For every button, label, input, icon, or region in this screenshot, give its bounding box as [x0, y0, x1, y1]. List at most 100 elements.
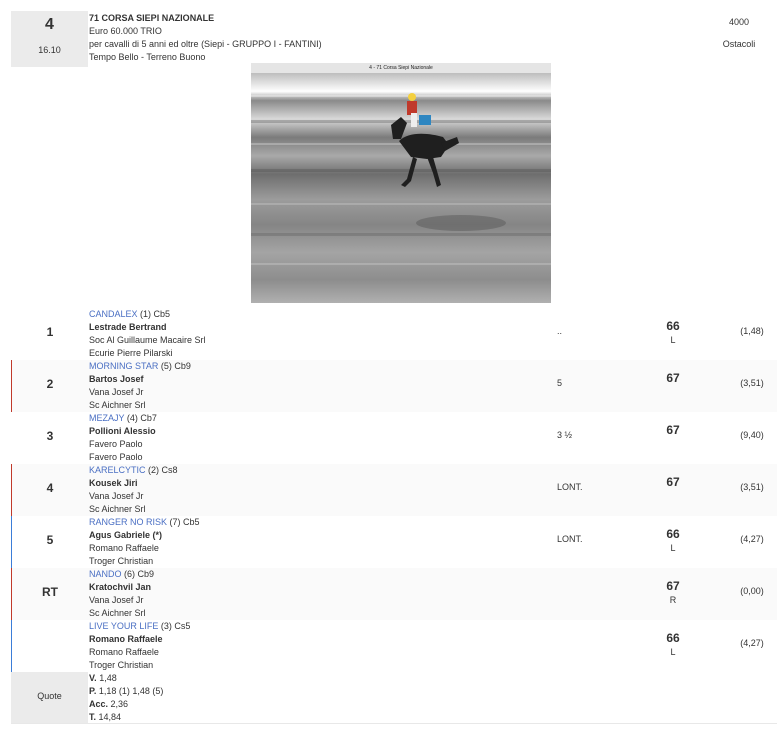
quote-value: 1,18 (1) 1,48 (5): [96, 686, 164, 696]
owner: Vana Josef Jr: [89, 387, 144, 397]
jockey: Kratochvil Jan: [89, 582, 152, 592]
weight-value: 67: [666, 423, 680, 437]
owner: Romano Raffaele: [89, 647, 159, 657]
odds: (3,51): [740, 378, 764, 388]
horse-name-link[interactable]: MORNING STAR: [89, 361, 158, 371]
horse-code: Cb9: [137, 569, 155, 579]
odds: (4,27): [740, 638, 764, 648]
horse-code: Cb5: [183, 517, 200, 527]
jockey: Agus Gabriele (*): [89, 530, 163, 540]
race-surface: Ostacoli: [722, 39, 756, 49]
horse-code: Cs5: [174, 621, 191, 631]
jockey: Pollioni Alessio: [89, 426, 156, 436]
results-table: 1 CANDALEX (1) Cb5 Lestrade Bertrand Soc…: [11, 308, 777, 724]
race-info: 71 CORSA SIEPI NAZIONALE Euro 60.000 TRI…: [89, 12, 322, 64]
table-row: 3 MEZAJY (4) Cb7 Pollioni Alessio Favero…: [11, 412, 777, 464]
weight: 67: [658, 475, 688, 489]
horse-name-link[interactable]: RANGER NO RISK: [89, 517, 167, 527]
weight: 66 L: [658, 631, 688, 659]
odds: (1,48): [740, 326, 764, 336]
bottom-divider: [11, 723, 777, 724]
table-row: LIVE YOUR LIFE (3) Cs5 Romano Raffaele R…: [11, 620, 777, 672]
finish-position: RT: [42, 585, 58, 599]
weight-value: 67: [666, 371, 680, 385]
weight-value: 66: [666, 631, 680, 645]
race-prize: Euro 60.000 TRIO: [89, 26, 162, 36]
race-number: 4: [45, 16, 54, 33]
weight: 66 L: [658, 527, 688, 555]
race-time: 16.10: [38, 45, 61, 55]
runner-details: RANGER NO RISK (7) Cb5 Agus Gabriele (*)…: [89, 516, 200, 568]
race-conditions: per cavalli di 5 anni ed oltre (Siepi - …: [89, 39, 322, 49]
owner: Romano Raffaele: [89, 543, 159, 553]
quote-line-win: V. 1,48: [89, 672, 163, 685]
jockey: Romano Raffaele: [89, 634, 163, 644]
horse-code: Cb5: [153, 309, 171, 319]
horse-name-link[interactable]: NANDO: [89, 569, 122, 579]
weight-value: 67: [666, 579, 680, 593]
runner-details: CANDALEX (1) Cb5 Lestrade Bertrand Soc A…: [89, 308, 206, 360]
quote-label: Quote: [37, 691, 62, 701]
owner: Vana Josef Jr: [89, 491, 144, 501]
race-video-frame[interactable]: 4 - 71 Corsa Siepi Nazionale: [251, 63, 551, 303]
weight-note: L: [670, 647, 676, 657]
runner-details: MORNING STAR (5) Cb9 Bartos Josef Vana J…: [89, 360, 191, 412]
horse-code: Cb9: [174, 361, 191, 371]
finish-position: 4: [46, 481, 54, 495]
trainer: Sc Aichner Srl: [89, 608, 146, 618]
quote-key: Acc.: [89, 699, 109, 709]
video-caption: 4 - 71 Corsa Siepi Nazionale: [251, 63, 551, 73]
owner: Favero Paolo: [89, 439, 143, 449]
runner-details: LIVE YOUR LIFE (3) Cs5 Romano Raffaele R…: [89, 620, 190, 672]
finish-position: 1: [46, 325, 54, 339]
horse-code: Cb7: [140, 413, 157, 423]
weight: 67: [658, 371, 688, 385]
table-row: 2 MORNING STAR (5) Cb9 Bartos Josef Vana…: [11, 360, 777, 412]
trainer: Favero Paolo: [89, 452, 143, 462]
quote-value: 14,84: [96, 712, 122, 722]
distance-gap: LONT.: [557, 482, 583, 492]
table-row: RT NANDO (6) Cb9 Kratochvil Jan Vana Jos…: [11, 568, 777, 620]
odds: (3,51): [740, 482, 764, 492]
horse-name-link[interactable]: LIVE YOUR LIFE: [89, 621, 158, 631]
stall: (3): [160, 621, 172, 631]
jockey: Kousek Jiri: [89, 478, 138, 488]
finish-position: 2: [46, 377, 54, 391]
finish-position: 3: [46, 429, 54, 443]
stall: (7): [169, 517, 181, 527]
odds: (0,00): [740, 586, 764, 596]
weight-value: 66: [666, 527, 680, 541]
weight-value: 67: [666, 475, 680, 489]
table-row: 1 CANDALEX (1) Cb5 Lestrade Bertrand Soc…: [11, 308, 777, 360]
owner: Vana Josef Jr: [89, 595, 144, 605]
race-header: 4 16.10 71 CORSA SIEPI NAZIONALE Euro 60…: [0, 8, 777, 308]
weight-note: L: [670, 335, 676, 345]
race-result-page: 4 16.10 71 CORSA SIEPI NAZIONALE Euro 60…: [0, 0, 777, 745]
odds: (4,27): [740, 534, 764, 544]
finish-position: 5: [46, 533, 54, 547]
distance-gap: ..: [557, 326, 563, 336]
trainer: Troger Christian: [89, 556, 154, 566]
owner: Soc Al Guillaume Macaire Srl: [89, 335, 206, 345]
distance-gap: 3 ½: [557, 430, 573, 440]
runner-details: NANDO (6) Cb9 Kratochvil Jan Vana Josef …: [89, 568, 154, 620]
weight-value: 66: [666, 319, 680, 333]
stall: (6): [124, 569, 136, 579]
quote-key: T.: [89, 712, 97, 722]
weight: 67: [658, 423, 688, 437]
jockey: Lestrade Bertrand: [89, 322, 167, 332]
trainer: Sc Aichner Srl: [89, 504, 146, 514]
horse-name-link[interactable]: MEZAJY: [89, 413, 124, 423]
horse-code: Cs8: [161, 465, 178, 475]
table-row: 5 RANGER NO RISK (7) Cb5 Agus Gabriele (…: [11, 516, 777, 568]
odds: (9,40): [740, 430, 764, 440]
horse-name-link[interactable]: KARELCYTIC: [89, 465, 146, 475]
quote-values: V. 1,48 P. 1,18 (1) 1,48 (5) Acc. 2,36 T…: [89, 672, 163, 724]
quote-value: 1,48: [96, 673, 117, 683]
horse-name-link[interactable]: CANDALEX: [89, 309, 138, 319]
photo-finish-image: [251, 73, 551, 303]
table-row: 4 KARELCYTIC (2) Cs8 Kousek Jiri Vana Jo…: [11, 464, 777, 516]
runner-details: MEZAJY (4) Cb7 Pollioni Alessio Favero P…: [89, 412, 157, 464]
quote-row: Quote V. 1,48 P. 1,18 (1) 1,48 (5) Acc. …: [11, 672, 777, 724]
trainer: Troger Christian: [89, 660, 154, 670]
